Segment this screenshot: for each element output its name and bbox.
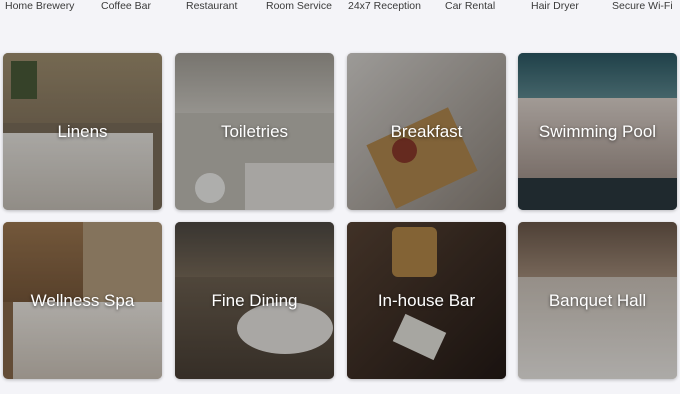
tile-label-wellness-spa: Wellness Spa: [30, 290, 135, 310]
tile-banquet-hall[interactable]: Banquet Hall: [518, 222, 677, 379]
tile-label-fine-dining: Fine Dining: [211, 290, 298, 310]
amenity-secure-wifi: Secure Wi-Fi: [612, 0, 673, 12]
amenity-24x7-reception: 24x7 Reception: [348, 0, 421, 12]
tile-label-banquet-hall: Banquet Hall: [548, 290, 647, 310]
amenity-restaurant: Restaurant: [186, 0, 238, 12]
amenities-bar: Home Brewery Coffee Bar Restaurant Room …: [0, 0, 680, 14]
tile-fine-dining[interactable]: Fine Dining: [175, 222, 334, 379]
tile-label-toiletries: Toiletries: [220, 121, 289, 141]
tile-label-linens: Linens: [57, 121, 108, 141]
amenity-coffee-bar: Coffee Bar: [101, 0, 152, 12]
amenity-room-service: Room Service: [266, 0, 332, 12]
tile-label-swimming-pool: Swimming Pool: [538, 121, 657, 141]
amenity-home-brewery: Home Brewery: [5, 0, 75, 12]
tile-linens[interactable]: Linens: [3, 53, 162, 210]
tile-label-in-house-bar: In-house Bar: [377, 290, 476, 310]
tile-toiletries[interactable]: Toiletries: [175, 53, 334, 210]
amenity-hair-dryer: Hair Dryer: [531, 0, 579, 12]
tile-label-breakfast: Breakfast: [390, 121, 463, 141]
tile-in-house-bar[interactable]: In-house Bar: [347, 222, 506, 379]
tile-wellness-spa[interactable]: Wellness Spa: [3, 222, 162, 379]
tile-breakfast[interactable]: Breakfast: [347, 53, 506, 210]
amenity-car-rental: Car Rental: [445, 0, 496, 12]
tile-swimming-pool[interactable]: Swimming Pool: [518, 53, 677, 210]
